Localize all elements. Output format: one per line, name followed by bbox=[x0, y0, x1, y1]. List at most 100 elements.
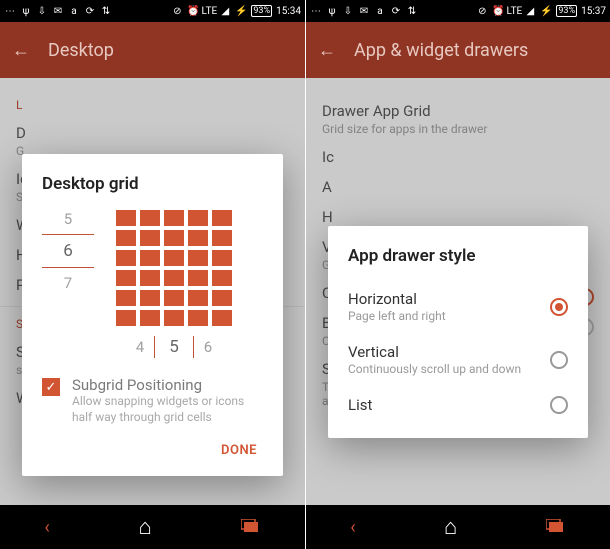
grid-cell bbox=[140, 230, 160, 246]
amazon-icon: a bbox=[374, 6, 386, 17]
appbar: ← Desktop bbox=[0, 22, 305, 78]
cols-prev: 4 bbox=[136, 338, 144, 356]
download-icon: ⇩ bbox=[36, 6, 48, 17]
grid-cell bbox=[140, 250, 160, 266]
option-label: Horizontal bbox=[348, 290, 446, 308]
grid-cell bbox=[212, 270, 232, 286]
option-sub: Continuously scroll up and down bbox=[348, 362, 521, 376]
grid-preview: 4 5 6 bbox=[116, 210, 232, 358]
nav-recent-icon[interactable] bbox=[241, 517, 261, 538]
navbar: ‹ ⌂ bbox=[0, 505, 305, 549]
signal-icon: ◢ bbox=[219, 6, 231, 17]
dnd-icon: ⊘ bbox=[171, 6, 183, 17]
grid-cell bbox=[188, 270, 208, 286]
dnd-icon: ⊘ bbox=[476, 6, 488, 17]
nav-home-icon[interactable]: ⌂ bbox=[444, 514, 457, 540]
rows-selected: 6 bbox=[42, 241, 94, 261]
page-title: Desktop bbox=[48, 40, 114, 61]
radio-option[interactable]: HorizontalPage left and right bbox=[348, 280, 568, 333]
amazon-icon: a bbox=[68, 6, 80, 17]
nav-back-icon[interactable]: ‹ bbox=[350, 517, 355, 538]
clock: 15:37 bbox=[581, 6, 606, 17]
option-label: List bbox=[348, 396, 372, 414]
radio-option[interactable]: List bbox=[348, 386, 568, 424]
radio-option[interactable]: VerticalContinuously scroll up and down bbox=[348, 333, 568, 386]
grid-cell bbox=[140, 310, 160, 326]
mail-icon: ✉ bbox=[52, 6, 64, 17]
desktop-grid-dialog: Desktop grid 5 6 7 4 5 6 bbox=[22, 154, 283, 476]
grid-cell bbox=[212, 210, 232, 226]
alarm-icon: ⏰ bbox=[187, 6, 199, 17]
grid-cell bbox=[188, 310, 208, 326]
dialog-title: App drawer style bbox=[348, 246, 568, 266]
grid-cell bbox=[140, 270, 160, 286]
appbar: ← App & widget drawers bbox=[306, 22, 610, 78]
grid-cell bbox=[212, 230, 232, 246]
grid-cell bbox=[212, 290, 232, 306]
grid-cell bbox=[188, 210, 208, 226]
sync-icon: ⟳ bbox=[390, 6, 402, 17]
lte-icon: LTE bbox=[203, 6, 215, 17]
content: Drawer App GridGrid size for apps in the… bbox=[306, 78, 610, 505]
nav-back-icon[interactable]: ‹ bbox=[44, 517, 49, 538]
grid-cell bbox=[212, 250, 232, 266]
grid-cell bbox=[188, 290, 208, 306]
grid-cell bbox=[164, 310, 184, 326]
drawer-style-dialog: App drawer style HorizontalPage left and… bbox=[328, 226, 588, 438]
sync-icon: ⟳ bbox=[84, 6, 96, 17]
page-title: App & widget drawers bbox=[354, 40, 528, 61]
grid-cell bbox=[116, 290, 136, 306]
option-sub: Page left and right bbox=[348, 309, 446, 323]
grid-cell bbox=[164, 290, 184, 306]
battery-text: 93% bbox=[251, 5, 272, 17]
radio-icon[interactable] bbox=[550, 298, 568, 316]
grid-cell bbox=[116, 270, 136, 286]
grid-cell bbox=[140, 290, 160, 306]
grid-cell bbox=[116, 310, 136, 326]
grid-cell bbox=[140, 210, 160, 226]
grid-cell bbox=[188, 230, 208, 246]
phone-left: ⋯ ψ ⇩ ✉ a ⟳ ⇅ ⊘ ⏰ LTE ◢ ⚡ 93% 15:34 ← De… bbox=[0, 0, 305, 549]
clock: 15:34 bbox=[276, 6, 301, 17]
nav-home-icon[interactable]: ⌂ bbox=[139, 514, 152, 540]
grid-cell bbox=[164, 270, 184, 286]
done-button[interactable]: DONE bbox=[215, 435, 263, 466]
charge-icon: ⚡ bbox=[235, 6, 247, 17]
rows-next: 7 bbox=[42, 274, 94, 292]
subgrid-row[interactable]: ✓ Subgrid Positioning Allow snapping wid… bbox=[42, 376, 263, 425]
grid-cell bbox=[116, 210, 136, 226]
usb-icon: ψ bbox=[326, 6, 338, 17]
subgrid-title: Subgrid Positioning bbox=[72, 376, 263, 394]
navbar: ‹ ⌂ bbox=[306, 505, 610, 549]
charge-icon: ⚡ bbox=[540, 6, 552, 17]
grid-cell bbox=[188, 250, 208, 266]
transfer-icon: ⇅ bbox=[406, 6, 418, 17]
nav-recent-icon[interactable] bbox=[546, 517, 566, 538]
back-icon[interactable]: ← bbox=[12, 40, 30, 61]
usb-icon: ψ bbox=[20, 6, 32, 17]
lte-icon: LTE bbox=[508, 6, 520, 17]
subgrid-checkbox[interactable]: ✓ bbox=[42, 378, 60, 396]
phone-right: ⋯ ψ ⇩ ✉ a ⟳ ⇅ ⊘ ⏰ LTE ◢ ⚡ 93% 15:37 ← Ap… bbox=[305, 0, 610, 549]
grid-cell bbox=[212, 310, 232, 326]
subgrid-sub: Allow snapping widgets or icons half way… bbox=[72, 394, 263, 425]
radio-icon[interactable] bbox=[550, 351, 568, 369]
rows-prev: 5 bbox=[42, 210, 94, 228]
cols-selected: 5 bbox=[165, 337, 183, 357]
battery-text: 93% bbox=[556, 5, 577, 17]
option-label: Vertical bbox=[348, 343, 521, 361]
radio-icon[interactable] bbox=[550, 396, 568, 414]
transfer-icon: ⇅ bbox=[100, 6, 112, 17]
rows-picker[interactable]: 5 6 7 bbox=[42, 210, 94, 292]
cols-picker[interactable]: 4 5 6 bbox=[136, 336, 212, 358]
more-icon: ⋯ bbox=[4, 6, 16, 17]
content: L DG IcS W H P S Sscreens Wallpaper scro… bbox=[0, 78, 305, 505]
mail-icon: ✉ bbox=[358, 6, 370, 17]
grid-cell bbox=[164, 230, 184, 246]
statusbar: ⋯ ψ ⇩ ✉ a ⟳ ⇅ ⊘ ⏰ LTE ◢ ⚡ 93% 15:37 bbox=[306, 0, 610, 22]
grid-cell bbox=[164, 250, 184, 266]
back-icon[interactable]: ← bbox=[318, 40, 336, 61]
grid-cell bbox=[116, 230, 136, 246]
grid-cell bbox=[116, 250, 136, 266]
signal-icon: ◢ bbox=[524, 6, 536, 17]
